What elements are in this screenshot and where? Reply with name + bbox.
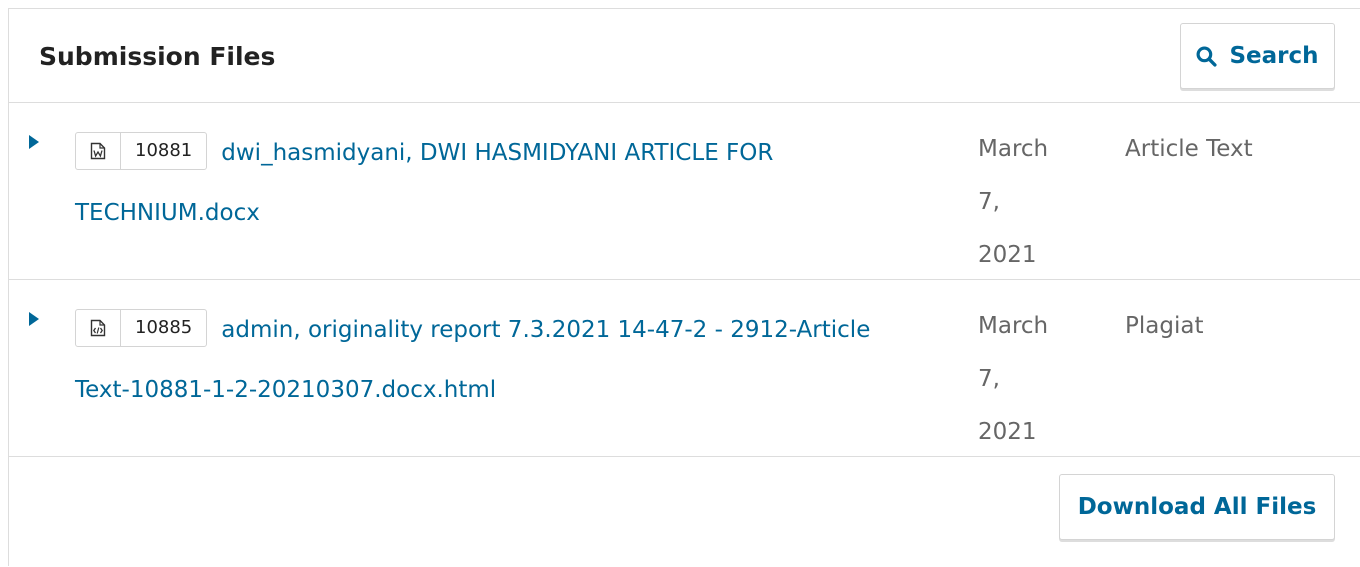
- file-type: Article Text: [1125, 136, 1253, 162]
- word-document-icon: [76, 132, 121, 169]
- file-date-year: 2021: [978, 419, 1037, 445]
- search-button[interactable]: Search: [1180, 23, 1335, 89]
- table-row: 10881 dwi_hasmidyani, DWI HASMIDYANI ART…: [9, 103, 1360, 280]
- file-date-month: March: [978, 313, 1049, 339]
- panel-footer: Download All Files: [9, 457, 1360, 567]
- file-badge: 10881: [75, 131, 208, 170]
- file-id: 10885: [135, 316, 193, 338]
- file-date-year: 2021: [978, 242, 1037, 268]
- file-date-day: 7,: [978, 189, 1000, 215]
- file-badge: 10885: [75, 308, 208, 347]
- html-document-icon: [76, 309, 121, 346]
- file-name-cell: 10885 admin, originality report 7.3.2021…: [75, 300, 905, 420]
- download-all-files-button[interactable]: Download All Files: [1059, 474, 1335, 540]
- search-icon: [1196, 46, 1218, 67]
- expand-row-toggle[interactable]: [29, 312, 39, 326]
- panel-title: Submission Files: [39, 42, 276, 71]
- file-name-cell: 10881 dwi_hasmidyani, DWI HASMIDYANI ART…: [75, 123, 905, 243]
- file-date: March 7, 2021: [978, 123, 1073, 282]
- submission-files-panel: Submission Files Search 10881 dwi_hasmid…: [8, 8, 1360, 566]
- table-row: 10885 admin, originality report 7.3.2021…: [9, 280, 1360, 457]
- expand-row-toggle[interactable]: [29, 135, 39, 149]
- file-date: March 7, 2021: [978, 300, 1073, 459]
- file-date-day: 7,: [978, 366, 1000, 392]
- file-date-month: March: [978, 136, 1049, 162]
- panel-header: Submission Files Search: [9, 9, 1360, 103]
- file-type: Plagiat: [1125, 313, 1204, 339]
- file-id: 10881: [135, 139, 193, 161]
- search-button-label: Search: [1229, 43, 1319, 69]
